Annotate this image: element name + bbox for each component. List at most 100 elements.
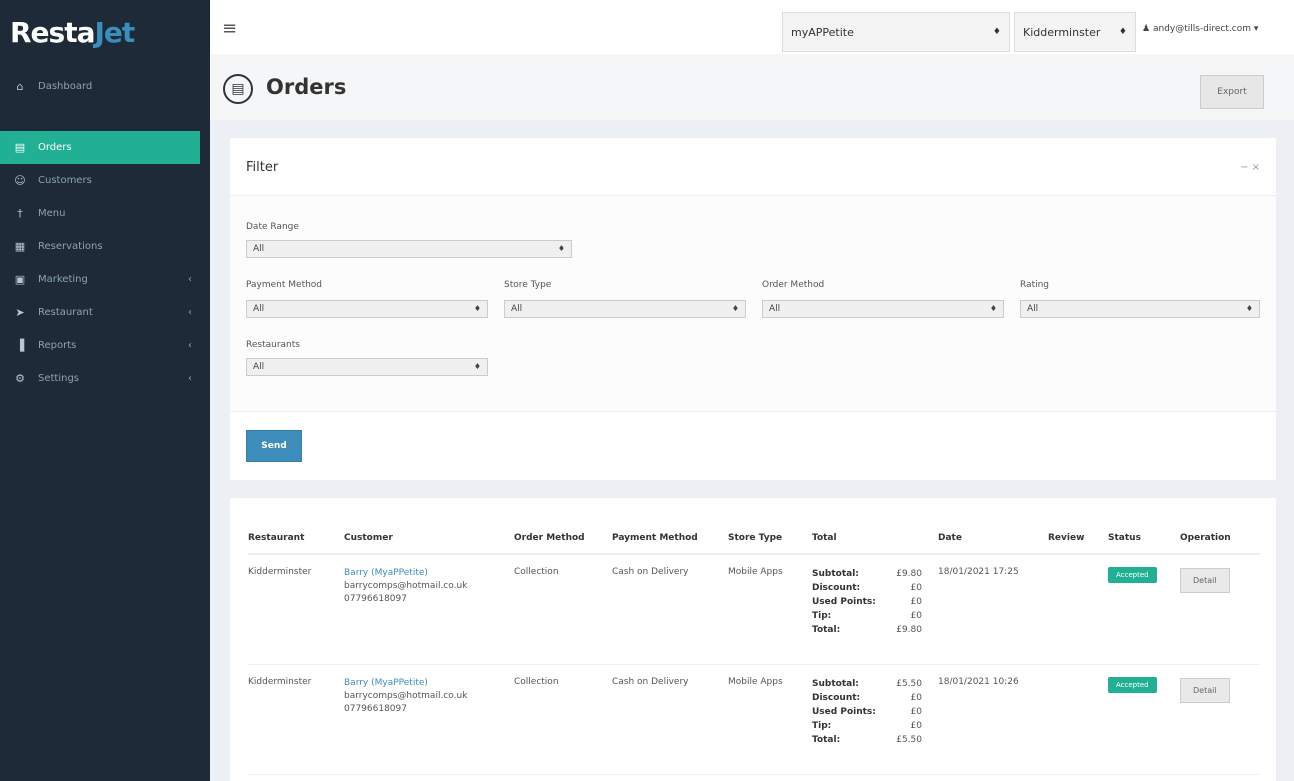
user-email: andy@tills-direct.com bbox=[1152, 24, 1251, 34]
brand-select[interactable]: myAPPetite ♦ bbox=[782, 12, 1010, 52]
column-header[interactable]: Total bbox=[812, 522, 938, 555]
filter-body: Date Range All ♦ Payment Method All ♦ St… bbox=[230, 196, 1276, 412]
table-row: Kidderminster Barry (MyaPPetite) barryco… bbox=[248, 554, 1260, 665]
filter-title: Filter bbox=[246, 160, 279, 175]
discount-value: £0 bbox=[910, 583, 922, 593]
export-button[interactable]: Export bbox=[1200, 75, 1264, 109]
operation-cell: Detail bbox=[1180, 554, 1260, 665]
column-header[interactable]: Payment Method bbox=[612, 522, 728, 555]
sidebar-item-customers[interactable]: ☺ Customers bbox=[0, 164, 210, 197]
cutlery-icon: † bbox=[17, 207, 23, 220]
date-range-label: Date Range bbox=[246, 222, 299, 232]
chevron-left-icon: ‹ bbox=[188, 307, 192, 318]
sidebar-item-label: Orders bbox=[38, 142, 72, 153]
column-header[interactable]: Operation bbox=[1180, 522, 1260, 555]
discount-value: £0 bbox=[910, 692, 922, 703]
customer-link[interactable]: Barry (MyaPPetite) bbox=[344, 677, 510, 690]
total-value: £9.80 bbox=[896, 625, 922, 635]
subtotal-label: Subtotal: bbox=[812, 569, 859, 579]
payment-method-value: All bbox=[253, 304, 265, 314]
column-header[interactable]: Customer bbox=[344, 522, 514, 555]
discount-label: Discount: bbox=[812, 692, 861, 703]
customer-email: barrycomps@hotmail.co.uk bbox=[344, 690, 468, 701]
discount-label: Discount: bbox=[812, 583, 861, 593]
customer-cell: Barry (MyaPPetite) barrycomps@hotmail.co… bbox=[344, 664, 514, 775]
status-badge: Accepted bbox=[1108, 567, 1157, 583]
panel-collapse-close-icons[interactable]: − × bbox=[1240, 162, 1260, 173]
sidebar-item-menu[interactable]: † Menu bbox=[0, 197, 210, 230]
users-icon: ☺ bbox=[14, 174, 26, 187]
column-header[interactable]: Order Method bbox=[514, 522, 612, 555]
dashboard-icon: ⌂ bbox=[16, 80, 24, 93]
restaurants-select[interactable]: All ♦ bbox=[246, 358, 488, 376]
tip-label: Tip: bbox=[812, 720, 832, 731]
tip-row: Tip: £0 bbox=[812, 609, 922, 623]
detail-button[interactable]: Detail bbox=[1180, 677, 1230, 703]
location-arrow-icon: ➤ bbox=[15, 306, 25, 319]
discount-row: Discount: £0 bbox=[812, 581, 922, 595]
order-method-select[interactable]: All ♦ bbox=[762, 300, 1004, 318]
detail-button[interactable]: Detail bbox=[1180, 568, 1230, 593]
rating-select[interactable]: All ♦ bbox=[1020, 300, 1260, 318]
used-points-value: £0 bbox=[910, 597, 922, 607]
sidebar-item-label: Settings bbox=[38, 373, 80, 384]
chevron-left-icon: ‹ bbox=[188, 274, 192, 285]
sidebar-item-reports[interactable]: ▐ Reports ‹ bbox=[0, 329, 210, 362]
subtotal-label: Subtotal: bbox=[812, 678, 859, 689]
date-range-select[interactable]: All ♦ bbox=[246, 240, 572, 258]
send-button[interactable]: Send bbox=[246, 430, 302, 462]
orders-table: Restaurant Customer Order Method Payment… bbox=[248, 522, 1260, 775]
tip-value: £0 bbox=[910, 611, 922, 621]
payment-method-select[interactable]: All ♦ bbox=[246, 300, 488, 318]
filter-panel: Filter − × Date Range All ♦ Payment Meth… bbox=[230, 138, 1276, 480]
total-value: £5.50 bbox=[896, 734, 922, 745]
restaurant-cell: Kidderminster bbox=[248, 664, 344, 775]
store-type-cell: Mobile Apps bbox=[728, 664, 812, 775]
restaurants-value: All bbox=[253, 362, 265, 372]
location-select[interactable]: Kidderminster ♦ bbox=[1014, 12, 1136, 52]
column-header[interactable]: Store Type bbox=[728, 522, 812, 555]
column-header[interactable]: Date bbox=[938, 522, 1048, 555]
customer-phone: 07796618097 bbox=[344, 594, 407, 604]
cart-icon: ▤ bbox=[14, 141, 26, 154]
chevron-left-icon: ‹ bbox=[188, 340, 192, 351]
column-header[interactable]: Review bbox=[1048, 522, 1108, 555]
sidebar-item-marketing[interactable]: ▣ Marketing ‹ bbox=[0, 263, 210, 296]
cart-glyph: ▤ bbox=[231, 81, 245, 97]
total-label: Total: bbox=[812, 734, 841, 745]
customer-email: barrycomps@hotmail.co.uk bbox=[344, 581, 468, 591]
store-type-select[interactable]: All ♦ bbox=[504, 300, 746, 318]
customer-link[interactable]: Barry (MyaPPetite) bbox=[344, 567, 510, 580]
status-cell: Accepted bbox=[1108, 664, 1180, 775]
status-badge: Accepted bbox=[1108, 676, 1157, 693]
hamburger-menu-icon[interactable]: ≡ bbox=[222, 18, 237, 39]
used-points-row: Used Points: £0 bbox=[812, 595, 922, 609]
column-header[interactable]: Status bbox=[1108, 522, 1180, 555]
customer-phone: 07796618097 bbox=[344, 703, 407, 714]
select-arrows-icon: ♦ bbox=[473, 362, 481, 371]
sidebar-item-dashboard[interactable]: ⌂ Dashboard bbox=[0, 70, 210, 103]
total-cell: Subtotal: £9.80 Discount: £0 Used Points: £… bbox=[812, 554, 938, 665]
sidebar-item-orders[interactable]: ▤ Orders bbox=[0, 131, 200, 164]
store-type-label: Store Type bbox=[504, 280, 552, 290]
sidebar-item-label: Dashboard bbox=[38, 81, 93, 92]
sidebar: Resta Jet ⌂ Dashboard ▤ Orders ☺ Customer… bbox=[0, 0, 210, 781]
review-cell bbox=[1048, 664, 1108, 775]
subtotal-value: £5.50 bbox=[896, 678, 922, 689]
sidebar-item-restaurant[interactable]: ➤ Restaurant ‹ bbox=[0, 296, 210, 329]
column-header[interactable]: Restaurant bbox=[248, 522, 344, 555]
date-cell: 18/01/2021 10:26 bbox=[938, 664, 1048, 775]
select-arrows-icon: ♦ bbox=[992, 27, 1001, 37]
subtotal-row: Subtotal: £9.80 bbox=[812, 567, 922, 581]
tip-row: Tip: £0 bbox=[812, 719, 922, 733]
filter-header: Filter − × bbox=[230, 138, 1276, 196]
subtotal-row: Subtotal: £5.50 bbox=[812, 677, 922, 691]
used-points-value: £0 bbox=[910, 706, 922, 717]
sidebar-item-reservations[interactable]: ▦ Reservations bbox=[0, 230, 210, 263]
total-cell: Subtotal: £5.50 Discount: £0 Used Points: £… bbox=[812, 664, 938, 775]
select-arrows-icon: ♦ bbox=[1245, 304, 1253, 313]
logo[interactable]: Resta Jet bbox=[0, 0, 210, 64]
user-menu[interactable]: ♟ andy@tills-direct.com ▾ bbox=[1142, 24, 1258, 34]
bar-chart-icon: ▐ bbox=[15, 339, 25, 352]
sidebar-item-settings[interactable]: ⚙ Settings ‹ bbox=[0, 362, 210, 395]
